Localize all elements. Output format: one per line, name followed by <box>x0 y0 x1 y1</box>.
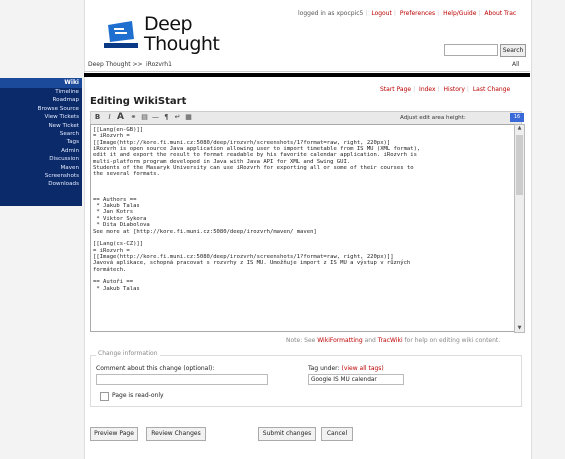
bold-icon[interactable]: B <box>93 113 102 122</box>
sidebar-item-search[interactable]: Search <box>0 130 82 138</box>
cancel-button[interactable]: Cancel <box>321 427 353 441</box>
submit-changes-button[interactable]: Submit changes <box>258 427 316 441</box>
view-all-tags-link[interactable]: (view all tags) <box>341 365 383 372</box>
sidebar: Wiki Timeline Roadmap Browse Source View… <box>0 78 82 206</box>
editor-scrollbar[interactable]: ▲ ▼ <box>514 124 525 333</box>
link-icon[interactable]: ⚭ <box>129 113 138 122</box>
sidebar-item-tags[interactable]: Tags <box>0 138 82 146</box>
editor-content: [[Lang(en-GB)]] = iRozvrh = [[Image(http… <box>93 127 421 292</box>
preferences-link[interactable]: Preferences <box>400 10 435 17</box>
comment-label: Comment about this change (optional): <box>96 365 215 372</box>
read-only-checkbox[interactable] <box>100 392 109 401</box>
linebreak-icon[interactable]: ↵ <box>173 113 182 122</box>
index-link[interactable]: Index <box>419 86 436 93</box>
sidebar-item-wiki[interactable]: Wiki <box>0 78 82 88</box>
tag-label: Tag under: (view all tags) <box>308 365 384 372</box>
sidebar-item-maven[interactable]: Maven <box>0 164 82 172</box>
sidebar-item-browse-source[interactable]: Browse Source <box>0 105 82 113</box>
logged-in-text: logged in as xpocpic5 <box>298 10 364 17</box>
context-links: Start Page | Index | History | Last Change <box>380 86 511 93</box>
paragraph-icon[interactable]: ¶ <box>162 113 171 122</box>
heading-icon[interactable]: A <box>116 113 125 122</box>
breadcrumb-irozvrh[interactable]: iRozvrh1 <box>146 61 172 68</box>
comment-input[interactable] <box>96 374 268 385</box>
deep-thought-logo-icon <box>104 21 138 48</box>
image-icon[interactable]: ▦ <box>184 113 193 122</box>
preview-page-button[interactable]: Preview Page <box>90 427 138 441</box>
last-change-link[interactable]: Last Change <box>473 86 510 93</box>
scroll-up-icon[interactable]: ▲ <box>516 125 523 132</box>
search-input[interactable] <box>444 44 498 56</box>
sidebar-item-timeline[interactable]: Timeline <box>0 88 82 96</box>
history-link[interactable]: History <box>444 86 465 93</box>
tracwiki-link[interactable]: TracWiki <box>378 337 403 344</box>
search-button[interactable]: Search <box>500 44 526 57</box>
sidebar-item-view-tickets[interactable]: View Tickets <box>0 113 82 121</box>
help-note: Note: See WikiFormatting and TracWiki fo… <box>286 337 501 344</box>
sidebar-item-new-ticket[interactable]: New Ticket <box>0 122 82 130</box>
logo[interactable]: Deep Thought <box>104 14 234 58</box>
breadcrumb-deep-thought[interactable]: Deep Thought >> <box>88 61 143 68</box>
wiki-text-editor[interactable]: [[Lang(en-GB)]] = iRozvrh = [[Image(http… <box>90 124 516 332</box>
tag-input[interactable]: Google IS MU calendar <box>308 374 404 385</box>
sidebar-item-downloads[interactable]: Downloads <box>0 180 82 188</box>
brand-name: Deep Thought <box>144 13 220 55</box>
adjust-height-label: Adjust edit area height: <box>400 115 466 121</box>
logout-link[interactable]: Logout <box>371 10 392 17</box>
sidebar-item-admin[interactable]: Admin <box>0 147 82 155</box>
sidebar-item-roadmap[interactable]: Roadmap <box>0 96 82 104</box>
help-guide-link[interactable]: Help/Guide <box>443 10 476 17</box>
page-title: Editing WikiStart <box>90 96 187 107</box>
code-icon[interactable]: ▤ <box>140 113 149 122</box>
sidebar-item-discussion[interactable]: Discussion <box>0 155 82 163</box>
sidebar-item-screenshots[interactable]: Screenshots <box>0 172 82 180</box>
scrollbar-thumb[interactable] <box>516 135 523 195</box>
metanav: logged in as xpocpic5 | Logout | Preferenc… <box>298 10 517 17</box>
read-only-label: Page is read-only <box>112 392 164 399</box>
review-changes-button[interactable]: Review Changes <box>146 427 206 441</box>
scroll-down-icon[interactable]: ▼ <box>516 325 523 332</box>
about-trac-link[interactable]: About Trac <box>484 10 516 17</box>
hr-icon[interactable]: — <box>151 113 160 122</box>
wikiformatting-link[interactable]: WikiFormatting <box>317 337 362 344</box>
start-page-link[interactable]: Start Page <box>380 86 411 93</box>
adjust-height-select[interactable]: 16 <box>510 113 524 122</box>
all-button[interactable]: All <box>512 61 519 68</box>
change-info-legend: Change information <box>96 350 160 357</box>
italic-icon[interactable]: I <box>105 113 114 122</box>
divider-bar <box>84 73 530 77</box>
